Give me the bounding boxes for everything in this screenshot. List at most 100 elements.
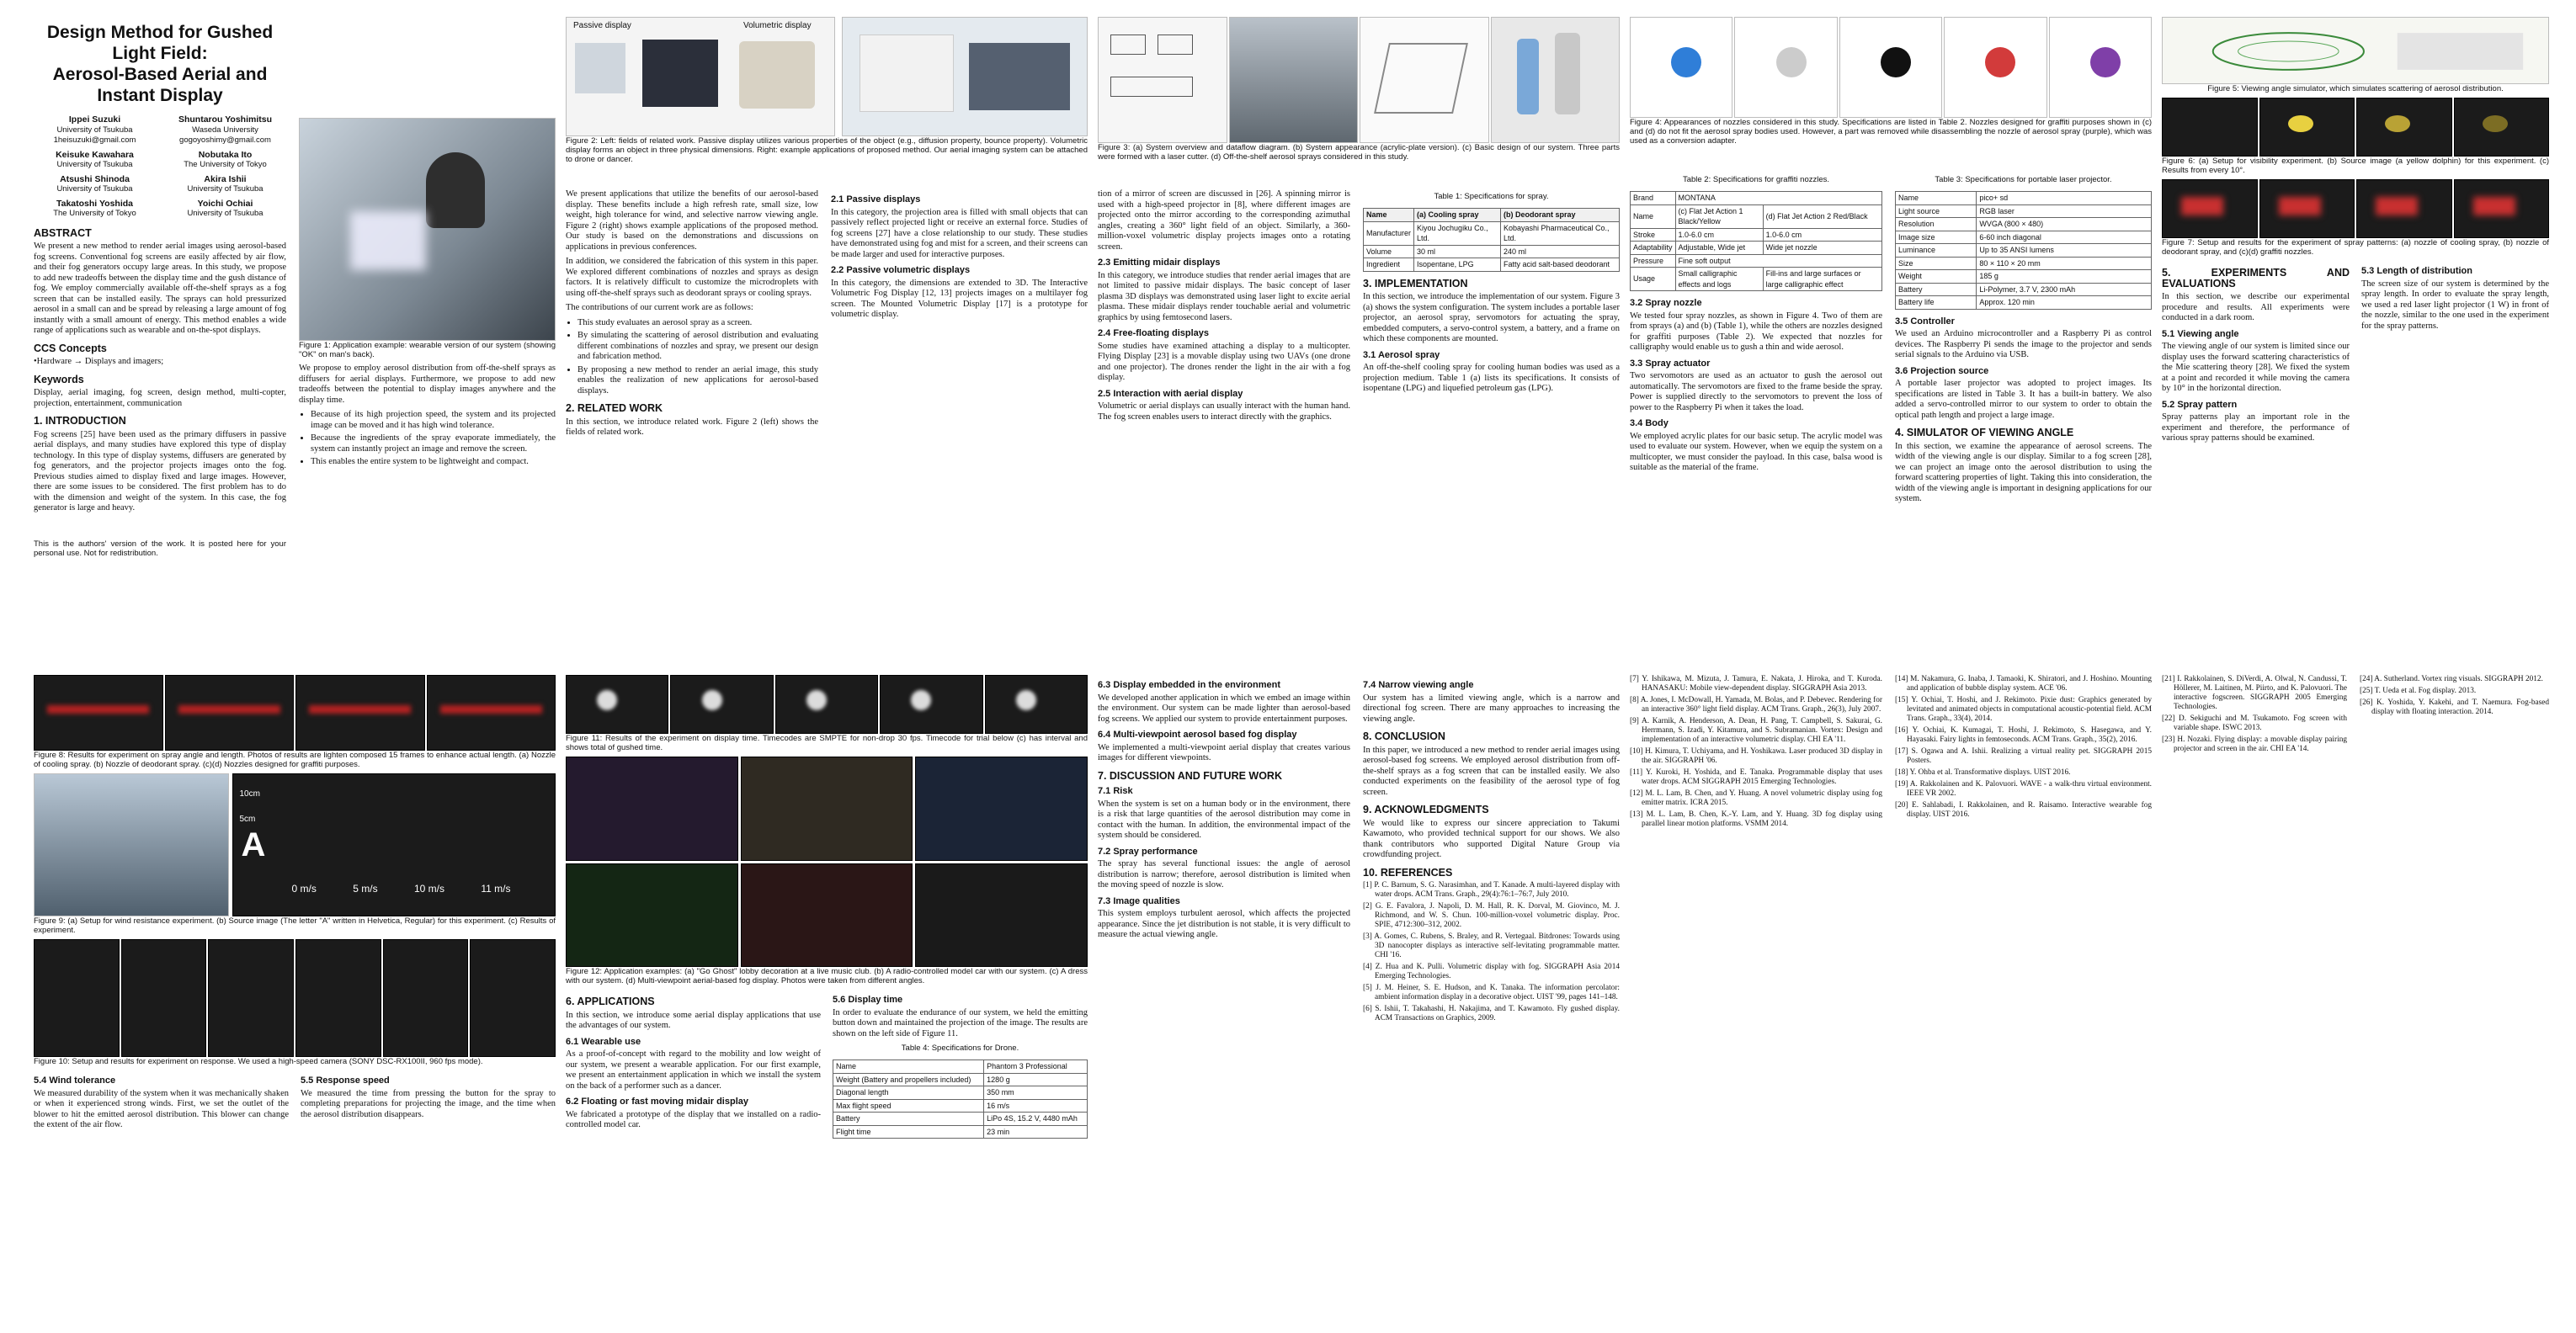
application-photo	[740, 863, 913, 967]
author: Takatoshi Yoshida The University of Tokyo	[53, 198, 136, 219]
reference-item: [16] Y. Ochiai, K. Kumagai, T. Hoshi, J.…	[1895, 726, 2152, 744]
section-heading: 10. REFERENCES	[1363, 866, 1453, 879]
spray-can	[1554, 33, 1580, 114]
table-row: Weight (Battery and propellers included)…	[832, 1072, 1088, 1086]
body-paragraph: Some studies have examined attaching a d…	[1098, 341, 1350, 383]
reference-list: [21] I. Rakkolainen, S. DiVerdi, A. Olwa…	[2162, 675, 2347, 1316]
application-photo	[915, 863, 1088, 967]
reference-item: [24] A. Sutherland. Vortex ring visuals.…	[2360, 675, 2543, 683]
body-paragraph: We present applications that utilize the…	[566, 189, 818, 252]
experiment-photo	[2453, 98, 2549, 157]
table-row: Image size 6-60 inch diagonal	[1895, 230, 2152, 244]
figure-11	[566, 675, 1088, 734]
table-row: Battery LiPo 4S, 15.2 V, 4480 mAh	[832, 1112, 1088, 1126]
bullet-item: By simulating the scattering of aerosol …	[577, 331, 818, 363]
body-paragraph: An off-the-shelf cooling spray for cooli…	[1363, 363, 1620, 393]
table-caption: Table 3: Specifications for portable las…	[1935, 175, 2112, 184]
table-row: Usage Small calligraphic effects and logs…	[1630, 267, 1882, 291]
figure-2-related-work: Passive display Volumetric display	[566, 17, 836, 136]
table-1-spray-specs: Name (a) Cooling spray (b) Deodorant spr…	[1363, 208, 1620, 272]
author: Yoichi Ochiai University of Tsukuba	[187, 198, 263, 219]
section-heading: 1. INTRODUCTION	[34, 415, 126, 427]
reference-item: [13] M. L. Lam, B. Chen, K.-Y. Lam, and …	[1630, 810, 1882, 828]
copyright-notice: This is the authors' version of the work…	[34, 539, 286, 558]
section-heading: 9. ACKNOWLEDGMENTS	[1363, 804, 1489, 815]
reference-item: [22] D. Sekiguchi and M. Tsukamoto. Fog …	[2162, 714, 2347, 732]
simulator-plot	[2211, 32, 2524, 71]
response-frame	[208, 939, 295, 1057]
figure-caption: Figure 3: (a) System overview and datafl…	[1098, 143, 1620, 162]
figure-3a-dataflow	[1098, 17, 1227, 143]
body-paragraph: We measured durability of the system whe…	[34, 1088, 289, 1130]
subsection-heading: 2.5 Interaction with aerial display	[1098, 388, 1243, 399]
body-paragraph: We propose to employ aerosol distributio…	[299, 364, 556, 405]
section-heading: 7. DISCUSSION AND FUTURE WORK	[1098, 769, 1282, 782]
section-heading: 5. EXPERIMENTS AND EVALUATIONS	[2162, 267, 2350, 289]
subsection-heading: 7.2 Spray performance	[1098, 846, 1198, 857]
diagram-box	[1158, 35, 1193, 55]
figure-caption: Figure 5: Viewing angle simulator, which…	[2207, 84, 2504, 93]
body-paragraph: We implemented a multi-viewpoint aerial …	[1098, 742, 1350, 763]
subsection-heading: 2.1 Passive displays	[831, 194, 921, 204]
body-paragraph: In this section, we introduce the implem…	[1363, 292, 1620, 343]
body-paragraph: The viewing angle of our system is limit…	[2162, 342, 2350, 393]
body-paragraph: Two servomotors are used as an actuator …	[1630, 371, 1882, 412]
bullet-item: This enables the entire system to be lig…	[311, 457, 556, 468]
body-paragraph: This system employs turbulent aerosol, w…	[1098, 909, 1350, 939]
body-paragraph: Volumetric or aerial displays can usuall…	[1098, 401, 1350, 422]
body-paragraph: In this category, the projection area is…	[831, 207, 1088, 259]
table-header: (b) Deodorant spray	[1499, 208, 1620, 222]
wind-setup-photo	[34, 773, 229, 916]
bullet-item: Because of its high projection speed, th…	[311, 410, 556, 431]
table-header: (a) Cooling spray	[1413, 208, 1501, 222]
spray-pattern-photo	[2259, 179, 2355, 238]
body-paragraph: The contributions of our current work ar…	[566, 303, 753, 312]
body-paragraph: A portable laser projector was adopted t…	[1895, 379, 2152, 420]
body-paragraph: In this section, we examine the appearan…	[1895, 441, 2152, 504]
experiment-photo	[2356, 98, 2452, 157]
table-row: Battery life Approx. 120 min	[1895, 295, 2152, 310]
reference-list: [14] M. Nakamura, G. Inaba, J. Tamaoki, …	[1895, 675, 2152, 1316]
table-3-projector-specs: Name pico+ sd Light source RGB laser Resol…	[1895, 191, 2152, 310]
reference-item: [19] A. Rakkolainen and K. Palovuori. WA…	[1895, 780, 2152, 798]
reference-item: [21] I. Rakkolainen, S. DiVerdi, A. Olwa…	[2162, 675, 2347, 711]
table-row: Ingredient Isopentane, LPG Fatty acid salt…	[1363, 258, 1620, 272]
section-heading: CCS Concepts	[34, 342, 107, 354]
table-row: Resolution WVGA (800 × 480)	[1895, 217, 2152, 231]
fig-label: Passive display	[573, 21, 631, 30]
subsection-heading: 7.1 Risk	[1098, 786, 1133, 796]
reference-item: [8] A. Jones, I. McDowall, H. Yamada, M.…	[1630, 696, 1882, 714]
body-paragraph: tion of a mirror of screen are discussed…	[1098, 189, 1350, 252]
body-paragraph: We measured the time from pressing the b…	[301, 1088, 556, 1119]
reference-list: [24] A. Sutherland. Vortex ring visuals.…	[2360, 675, 2549, 1316]
source-letter: A	[241, 826, 266, 863]
abstract-text: We present a new method to render aerial…	[34, 242, 286, 335]
figure-2-applications	[842, 17, 1088, 136]
author: Akira Ishii University of Tsukuba	[187, 173, 263, 194]
figure-3	[1098, 17, 1620, 143]
subsection-heading: 2.4 Free-floating displays	[1098, 328, 1210, 338]
response-frame	[382, 939, 469, 1057]
response-frame	[120, 939, 207, 1057]
subsection-heading: 5.5 Response speed	[301, 1075, 390, 1086]
spray-length-photo	[295, 675, 425, 751]
response-frame	[295, 939, 381, 1057]
table-row: Diagonal length 350 mm	[832, 1086, 1088, 1100]
table-caption: Table 4: Specifications for Drone.	[901, 1044, 1019, 1053]
body-paragraph: In this section, we describe our experim…	[2162, 292, 2350, 322]
spray-length-photo	[34, 675, 163, 751]
spray-length-photo	[426, 675, 556, 751]
reference-list: [7] Y. Ishikawa, M. Mizuta, J. Tamura, E…	[1630, 675, 1882, 1316]
table-caption: Table 2: Specifications for graffiti noz…	[1682, 175, 1830, 184]
illustration	[739, 41, 815, 109]
subsection-heading: 3.3 Spray actuator	[1630, 358, 1711, 369]
wind-speed-label: 10 m/s	[413, 883, 444, 895]
table-row: Flight time 23 min	[832, 1124, 1088, 1139]
bullet-item: Because the ingredients of the spray eva…	[311, 433, 556, 454]
author: Nobutaka Ito The University of Tokyo	[184, 149, 267, 170]
application-photo	[566, 757, 738, 861]
figure-caption: Figure 9: (a) Setup for wind resistance …	[34, 916, 556, 935]
subsection-heading: 7.4 Narrow viewing angle	[1363, 680, 1474, 690]
section-heading: 8. CONCLUSION	[1363, 730, 1445, 742]
body-paragraph: We would like to express our sincere app…	[1363, 818, 1620, 860]
